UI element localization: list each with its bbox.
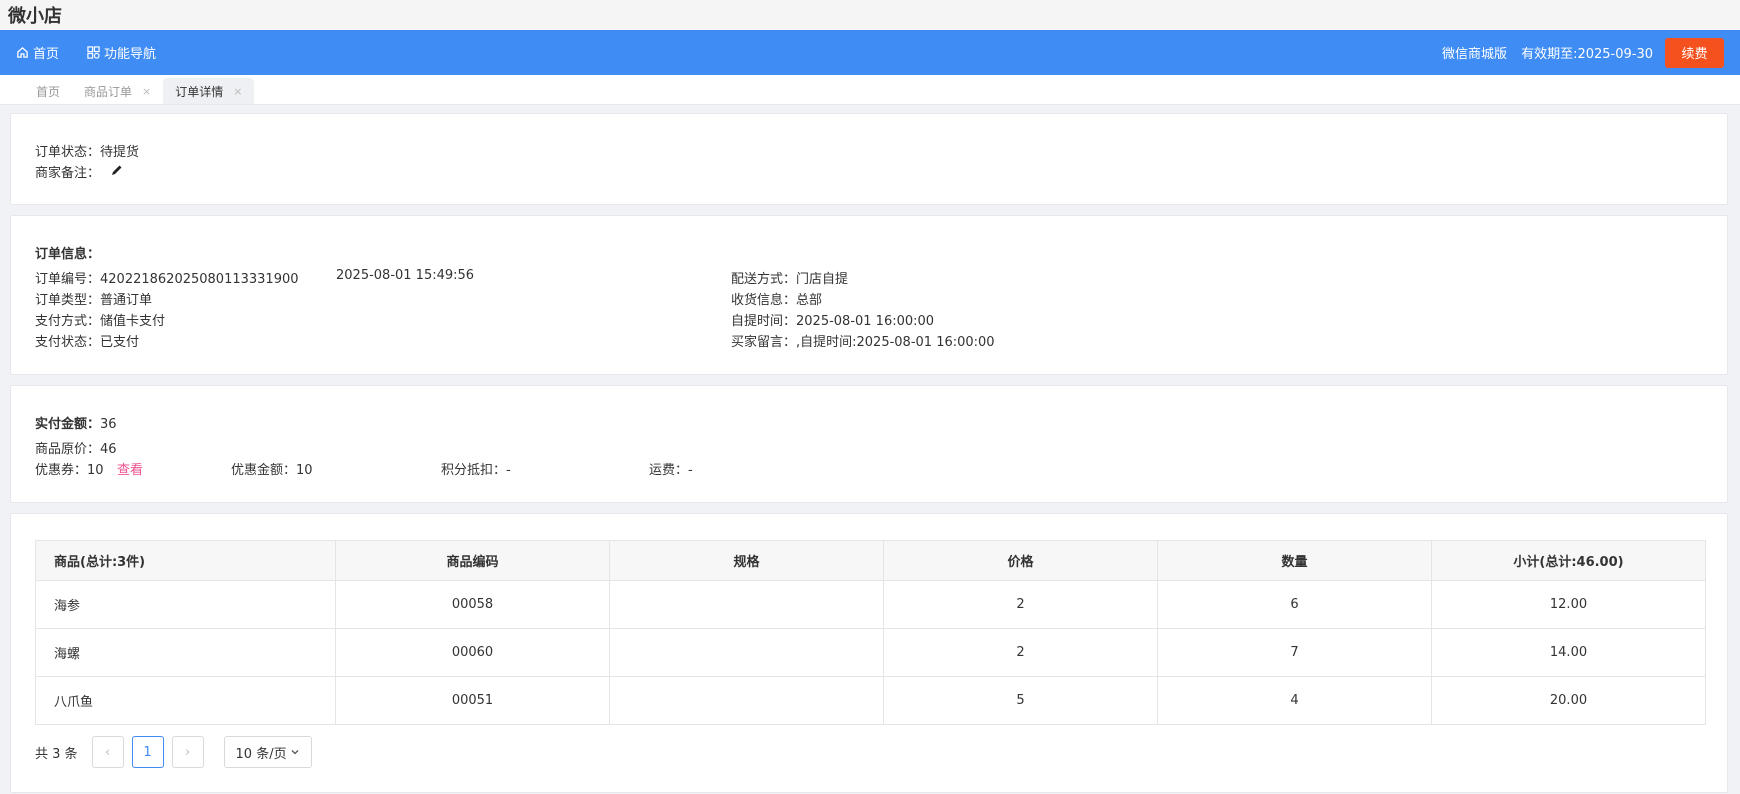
apps-icon [87,46,100,59]
receiver-info: 收货信息：总部 [731,293,823,308]
tab-order-detail[interactable]: 订单详情 × [163,78,255,104]
paid-amount-value: 36 [100,417,117,432]
status-card: 订单状态：待提货 商家备注： [10,113,1728,205]
coupon: 优惠券：10 [35,463,104,478]
buyer-message: 买家留言：,自提时间:2025-08-01 16:00:00 [731,335,995,350]
cell-price: 2 [883,580,1158,629]
order-status: 订单状态：待提货 [35,145,140,160]
cell-code: 00060 [335,628,610,677]
cell-code: 00058 [335,580,610,629]
cell-price: 2 [883,628,1158,677]
table-row: 海螺 00060 2 7 14.00 [35,628,1706,677]
coupon-view-link[interactable]: 查看 [117,459,143,478]
cell-qty: 7 [1157,628,1432,677]
next-page-button[interactable]: › [171,736,204,768]
col-qty: 数量 [1157,540,1432,581]
cell-product: 八爪鱼 [35,676,336,725]
tab-home[interactable]: 首页 [24,78,72,104]
app-title-bar: 微小店 [0,0,1740,30]
col-product: 商品(总计:3件) [35,540,336,581]
product-table: 商品(总计:3件) 商品编码 规格 价格 数量 小计(总计:46.00) 海参 … [35,540,1706,725]
cell-subtotal: 20.00 [1431,676,1706,725]
cell-spec [609,676,884,725]
cell-subtotal: 14.00 [1431,628,1706,677]
tab-label: 商品订单 [84,84,133,99]
cell-subtotal: 12.00 [1431,580,1706,629]
tab-bar: 首页 商品订单 × 订单详情 × [0,75,1740,105]
amount-card: 实付金额：36 商品原价：46 优惠券：10 查看 优惠金额：10 积分抵扣：-… [10,385,1728,503]
close-icon[interactable]: × [233,85,242,98]
col-spec: 规格 [609,540,884,581]
paid-amount: 实付金额：36 [35,413,117,432]
top-nav: 首页 功能导航 微信商城版 有效期至:2025-09-30 续费 [0,30,1740,75]
nav-home-label: 首页 [33,47,60,62]
page-size-label: 10 条/页 [235,746,287,762]
table-header-row: 商品(总计:3件) 商品编码 规格 价格 数量 小计(总计:46.00) [35,540,1706,581]
nav-feature[interactable]: 功能导航 [87,43,156,62]
nav-feature-label: 功能导航 [104,47,157,62]
cell-spec [609,580,884,629]
order-time: 2025-08-01 15:49:56 [336,268,475,283]
order-type: 订单类型：普通订单 [35,293,153,308]
home-icon [17,46,28,58]
close-icon[interactable]: × [142,85,151,98]
page-size-select[interactable]: 10 条/页 [223,736,312,768]
expiry-label: 有效期至:2025-09-30 [1521,47,1653,62]
nav-right: 微信商城版 有效期至:2025-09-30 续费 [1442,37,1740,68]
cell-spec [609,628,884,677]
col-code: 商品编码 [335,540,610,581]
nav-home[interactable]: 首页 [16,43,59,62]
cell-qty: 6 [1157,580,1432,629]
order-no: 订单编号：42022186202508011333190​0 [35,272,299,287]
delivery-method: 配送方式：门店自提 [731,272,849,287]
cell-code: 00051 [335,676,610,725]
col-price: 价格 [883,540,1158,581]
pickup-time: 自提时间：2025-08-01 16:00:00 [731,314,935,329]
product-table-card: 商品(总计:3件) 商品编码 规格 价格 数量 小计(总计:46.00) 海参 … [10,513,1728,793]
pagination: 共 3 条 ‹ 1 › 10 条/页 [35,736,312,768]
order-info-card: 订单信息： 订单编号：42022186202508011333190​0 202… [10,215,1728,375]
edition-label: 微信商城版 [1442,47,1508,62]
merchant-note-label: 商家备注： [35,166,101,181]
page-1-button[interactable]: 1 [131,736,164,768]
pager-total: 共 3 条 [35,746,78,762]
col-subtotal: 小计(总计:46.00) [1431,540,1706,581]
edit-pencil-icon[interactable] [111,164,123,180]
original-price: 商品原价：46 [35,442,117,457]
renew-button[interactable]: 续费 [1665,37,1724,68]
chevron-down-icon [291,750,299,755]
pay-status: 支付状态：已支付 [35,335,140,350]
tab-label: 订单详情 [175,84,224,99]
table-row: 海参 00058 2 6 12.00 [35,580,1706,629]
order-info-heading: 订单信息： [35,247,101,262]
pay-method: 支付方式：储值卡支付 [35,314,166,329]
paid-amount-label: 实付金额： [35,417,101,432]
app-title: 微小店 [8,6,62,27]
cell-price: 5 [883,676,1158,725]
freight: 运费：- [649,463,693,478]
cell-product: 海螺 [35,628,336,677]
points-deduction: 积分抵扣：- [441,463,511,478]
discount-amount: 优惠金额：10 [231,463,313,478]
cell-product: 海参 [35,580,336,629]
tab-product-orders[interactable]: 商品订单 × [72,78,163,104]
tab-label: 首页 [36,84,61,99]
table-row: 八爪鱼 00051 5 4 20.00 [35,676,1706,725]
product-table-wrap: 商品(总计:3件) 商品编码 规格 价格 数量 小计(总计:46.00) 海参 … [35,540,1706,725]
cell-qty: 4 [1157,676,1432,725]
prev-page-button[interactable]: ‹ [91,736,124,768]
